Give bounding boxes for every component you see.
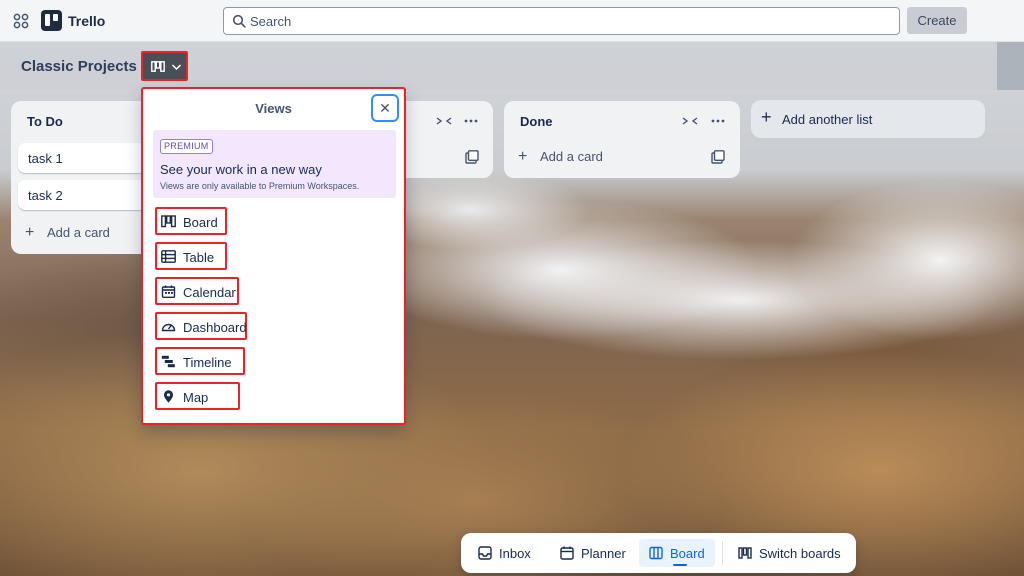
nav-label: Inbox (499, 546, 531, 561)
collapse-list-icon[interactable] (682, 113, 698, 129)
view-option-label: Board (183, 215, 218, 230)
chevron-down-icon (171, 64, 182, 71)
card-template-icon[interactable] (465, 150, 479, 164)
nav-label: Board (670, 546, 705, 561)
trello-logo-icon[interactable] (41, 10, 62, 31)
premium-upsell-banner: PREMIUM See your work in a new way Views… (153, 130, 396, 198)
board-header: Classic Projects (0, 42, 1024, 90)
view-option-label: Table (183, 250, 215, 265)
view-option-label: Timeline (183, 355, 232, 370)
view-option-label: Dashboard (183, 320, 247, 335)
search-input[interactable] (250, 8, 890, 34)
app-name[interactable]: Trello (68, 13, 105, 29)
table-icon (161, 250, 176, 263)
add-card-button[interactable]: + Add a card (518, 148, 603, 165)
add-card-label: Add a card (47, 225, 110, 240)
switch-boards-icon (738, 547, 752, 559)
top-navigation-bar: Trello Create (0, 0, 1024, 42)
view-switcher-button[interactable] (141, 51, 188, 81)
bottom-navigation: Inbox Planner Board Switch boards (461, 533, 856, 573)
premium-subtext: Views are only available to Premium Work… (160, 181, 360, 191)
close-button[interactable]: ✕ (371, 94, 399, 122)
board-icon (649, 546, 663, 560)
list-done: Done + Add a card (504, 101, 740, 178)
board-menu-button[interactable] (997, 42, 1024, 90)
card-title: task 2 (28, 188, 63, 203)
board-icon (151, 61, 165, 72)
add-card-button[interactable]: + Add a card (25, 224, 110, 241)
view-option-calendar[interactable]: Calendar (155, 277, 239, 305)
nav-label: Switch boards (759, 546, 841, 561)
nav-inbox[interactable]: Inbox (468, 539, 544, 567)
list-in-progress (400, 101, 493, 178)
plus-icon: + (761, 107, 772, 127)
inbox-icon (478, 546, 492, 560)
view-option-board[interactable]: Board (155, 207, 227, 235)
board-icon (161, 215, 176, 228)
collapse-list-icon[interactable] (436, 113, 452, 129)
list-title[interactable]: To Do (27, 114, 63, 129)
plus-icon: + (518, 148, 528, 165)
view-option-label: Calendar (183, 285, 236, 300)
nav-divider (722, 541, 723, 565)
create-button[interactable]: Create (907, 7, 967, 34)
premium-badge: PREMIUM (160, 139, 213, 154)
premium-heading: See your work in a new way (160, 162, 322, 177)
active-indicator (673, 564, 687, 566)
nav-board[interactable]: Board (639, 539, 715, 567)
view-option-label: Map (183, 390, 209, 405)
calendar-icon (161, 285, 176, 298)
list-title[interactable]: Done (520, 114, 553, 129)
add-card-label: Add a card (540, 149, 603, 164)
card-template-icon[interactable] (711, 150, 725, 164)
map-pin-icon (164, 390, 173, 403)
more-options-icon[interactable] (710, 113, 726, 129)
calendar-icon (560, 546, 574, 560)
add-another-list-button[interactable]: + Add another list (751, 100, 985, 138)
more-options-icon[interactable] (463, 113, 479, 129)
view-option-map[interactable]: Map (155, 382, 240, 410)
close-icon: ✕ (379, 100, 391, 116)
dashboard-icon (161, 323, 176, 332)
search-icon (232, 14, 246, 28)
views-popover: Views ✕ PREMIUM See your work in a new w… (141, 87, 406, 425)
popover-title: Views (255, 101, 292, 116)
add-list-label: Add another list (782, 112, 873, 127)
nav-planner[interactable]: Planner (550, 539, 636, 567)
nav-switch-boards[interactable]: Switch boards (728, 539, 850, 567)
plus-icon: + (25, 224, 35, 241)
card-title: task 1 (28, 151, 63, 166)
app-switcher-icon[interactable] (13, 13, 29, 29)
search-box[interactable] (223, 7, 900, 35)
nav-label: Planner (581, 546, 626, 561)
view-option-timeline[interactable]: Timeline (155, 347, 245, 375)
view-option-table[interactable]: Table (155, 242, 227, 270)
view-option-dashboard[interactable]: Dashboard (155, 312, 247, 340)
timeline-icon (161, 355, 175, 368)
board-title[interactable]: Classic Projects (21, 58, 137, 75)
